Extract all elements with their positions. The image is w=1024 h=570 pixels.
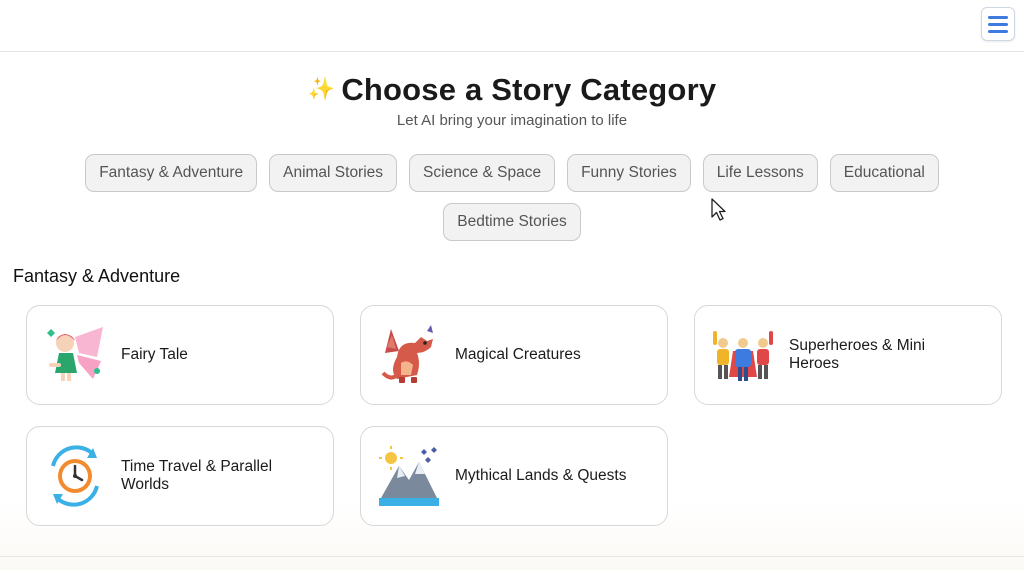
card-label: Time Travel & Parallel Worlds xyxy=(121,458,273,493)
page-title-row: ✨ Choose a Story Category xyxy=(0,72,1024,108)
category-pill-bedtime-stories[interactable]: Bedtime Stories xyxy=(443,203,581,241)
fairy-icon xyxy=(47,327,103,381)
category-pill-funny-stories[interactable]: Funny Stories xyxy=(567,154,691,192)
hamburger-menu-button[interactable] xyxy=(981,7,1015,41)
bottom-divider xyxy=(0,556,1024,557)
category-pill-educational[interactable]: Educational xyxy=(829,154,939,192)
menu-line xyxy=(988,22,1008,26)
story-card-time-travel[interactable]: Time Travel & Parallel Worlds xyxy=(26,426,334,526)
menu-line xyxy=(988,29,1008,33)
category-pill-life-lessons[interactable]: Life Lessons xyxy=(702,154,818,192)
menu-line xyxy=(988,15,1008,19)
clock-cycle-icon xyxy=(51,445,99,507)
card-label: Fairy Tale xyxy=(121,346,188,363)
page-subtitle: Let AI bring your imagination to life xyxy=(396,112,628,129)
category-filter-row: Fantasy & Adventure Animal Stories Scien… xyxy=(0,154,1024,192)
sparkle-icon: ✨ xyxy=(307,76,336,101)
section-title: Fantasy & Adventure xyxy=(13,266,181,286)
story-card-mythical-lands[interactable]: Mythical Lands & Quests xyxy=(360,426,668,526)
story-card-fairy-tale[interactable]: Fairy Tale xyxy=(26,305,334,405)
dragon-icon xyxy=(381,325,433,383)
story-card-magical-creatures[interactable]: Magical Creatures xyxy=(360,305,668,405)
page-title: Choose a Story Category xyxy=(341,72,717,107)
card-label: Mythical Lands & Quests xyxy=(455,467,627,484)
card-label: Magical Creatures xyxy=(455,346,581,363)
mouse-cursor-icon xyxy=(711,198,726,221)
category-pill-science-space[interactable]: Science & Space xyxy=(409,154,556,192)
category-filter-row-2: Bedtime Stories xyxy=(0,203,1024,241)
category-pill-animal-stories[interactable]: Animal Stories xyxy=(269,154,398,192)
top-bar xyxy=(0,0,1024,52)
card-label: Superheroes & Mini Heroes xyxy=(789,337,926,372)
story-card-superheroes[interactable]: Superheroes & Mini Heroes xyxy=(694,305,1002,405)
mountain-landscape-icon xyxy=(379,446,439,506)
category-pill-fantasy-adventure[interactable]: Fantasy & Adventure xyxy=(85,154,258,192)
superheroes-icon xyxy=(713,331,773,381)
